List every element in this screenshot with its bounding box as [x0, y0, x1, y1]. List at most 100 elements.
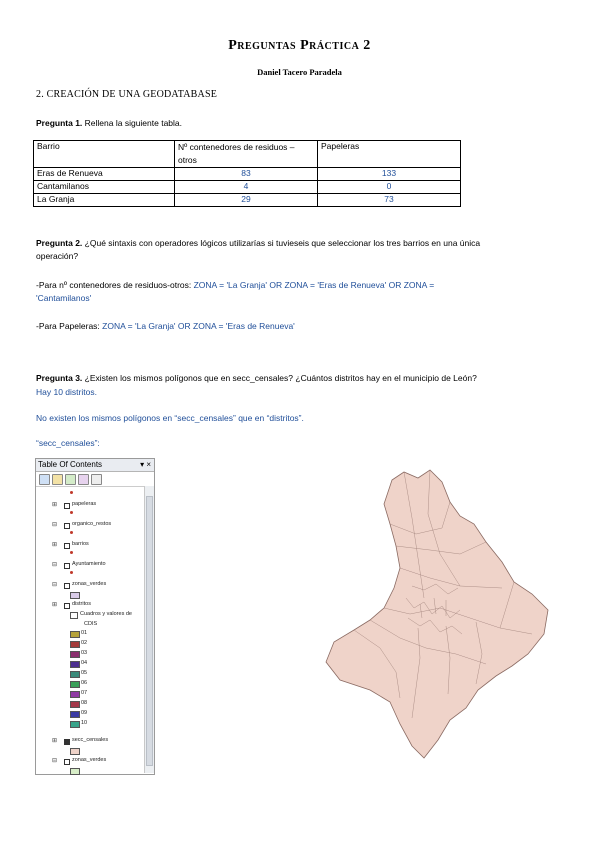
- table-cell-barrio: La Granja: [33, 193, 175, 207]
- point-symbol-icon: [70, 531, 73, 534]
- point-symbol-icon: [70, 551, 73, 554]
- table-header-cell: Papeleras: [317, 140, 461, 168]
- expand-icon[interactable]: ⊞: [52, 737, 57, 744]
- question-2-text-line2: operación?: [36, 251, 79, 261]
- question-2: Pregunta 2. ¿Qué sintaxis con operadores…: [36, 237, 566, 263]
- class-value-label: 10: [81, 720, 88, 726]
- layer-checkbox[interactable]: [64, 583, 70, 589]
- class-value-label: 09: [81, 710, 88, 716]
- table-cell-barrio: Cantamilanos: [33, 180, 175, 194]
- layer-checkbox[interactable]: [64, 759, 70, 765]
- options-icon[interactable]: [91, 474, 102, 485]
- toc-scrollbar-thumb[interactable]: [146, 496, 153, 766]
- secc-censales-map: [325, 469, 549, 759]
- toc-window-controls[interactable]: ▾ ×: [140, 459, 151, 471]
- layer-name-ayuntamiento[interactable]: Ayuntamiento: [72, 561, 106, 567]
- answer-2-papeleras: -Para Papeleras: ZONA = 'La Granja' OR Z…: [36, 320, 295, 333]
- layer-checkbox[interactable]: [64, 603, 70, 609]
- answer-2-papeleras-label: -Para Papeleras:: [36, 321, 103, 331]
- table-row: Eras de Renueva 83 133: [33, 167, 461, 181]
- list-by-visibility-icon[interactable]: [65, 474, 76, 485]
- table-cell-contenedores: 29: [174, 193, 318, 207]
- class-color-swatch: [70, 691, 80, 698]
- list-by-selection-icon[interactable]: [78, 474, 89, 485]
- question-3: Pregunta 3. ¿Existen los mismos polígono…: [36, 372, 477, 385]
- polygon-symbol-swatch: [70, 768, 80, 775]
- results-table: Barrio Nº contenedores de residuos – otr…: [33, 140, 461, 207]
- question-3-text: ¿Existen los mismos polígonos que en sec…: [82, 373, 477, 383]
- class-value-label: 04: [81, 660, 88, 666]
- point-symbol-icon: [70, 571, 73, 574]
- class-value-label: 05: [81, 670, 88, 676]
- layer-name-zonas-verdes[interactable]: zonas_verdes: [72, 581, 106, 587]
- list-by-source-icon[interactable]: [52, 474, 63, 485]
- expand-icon[interactable]: ⊞: [52, 541, 57, 548]
- class-value-label: 06: [81, 680, 88, 686]
- table-cell-barrio: Eras de Renueva: [33, 167, 175, 181]
- question-2-label: Pregunta 2.: [36, 238, 83, 248]
- class-value-label: 02: [81, 640, 88, 646]
- question-1-text: Rellena la siguiente tabla.: [82, 118, 183, 128]
- table-header-cell: Barrio: [33, 140, 175, 168]
- table-header-cell: Nº contenedores de residuos – otros: [174, 140, 318, 168]
- layer-checkbox-checked[interactable]: [64, 739, 70, 745]
- layer-name-papeleras[interactable]: papeleras: [72, 501, 96, 507]
- class-color-swatch: [70, 711, 80, 718]
- expand-icon[interactable]: ⊟: [52, 561, 57, 568]
- question-1: Pregunta 1. Rellena la siguiente tabla.: [36, 117, 182, 130]
- expand-icon[interactable]: ⊟: [52, 581, 57, 588]
- expand-icon[interactable]: ⊟: [52, 521, 57, 528]
- class-color-swatch: [70, 671, 80, 678]
- answer-3-polygons: No existen los mismos polígonos en “secc…: [36, 413, 304, 423]
- class-color-swatch: [70, 641, 80, 648]
- table-cell-papeleras: 133: [317, 167, 461, 181]
- table-row: Cantamilanos 4 0: [33, 180, 461, 194]
- expand-icon[interactable]: ⊞: [52, 601, 57, 608]
- table-cell-papeleras: 73: [317, 193, 461, 207]
- section-heading: 2. CREACIÓN DE UNA GEODATABASE: [36, 89, 218, 100]
- expand-icon[interactable]: ⊟: [52, 757, 57, 764]
- class-color-swatch: [70, 701, 80, 708]
- table-cell-contenedores: 4: [174, 180, 318, 194]
- expand-icon[interactable]: ⊞: [52, 501, 57, 508]
- layer-checkbox[interactable]: [64, 543, 70, 549]
- class-color-swatch: [70, 721, 80, 728]
- class-color-swatch: [70, 631, 80, 638]
- table-cell-contenedores: 83: [174, 167, 318, 181]
- polygon-symbol-swatch: [70, 592, 80, 599]
- class-value-label: 01: [81, 630, 88, 636]
- answer-2-papeleras-value: ZONA = 'La Granja' OR ZONA = 'Eras de Re…: [102, 321, 295, 331]
- question-3-label: Pregunta 3.: [36, 373, 83, 383]
- layer-checkbox[interactable]: [64, 563, 70, 569]
- question-2-text-line1: ¿Qué sintaxis con operadores lógicos uti…: [82, 238, 481, 248]
- class-color-swatch: [70, 681, 80, 688]
- toc-title-bar: Table Of Contents ▾ ×: [36, 459, 154, 472]
- document-title: Preguntas Práctica 2: [228, 38, 371, 53]
- layer-checkbox[interactable]: [64, 503, 70, 509]
- class-value-label: 03: [81, 650, 88, 656]
- author-name: Daniel Tacero Paradela: [257, 67, 342, 77]
- table-header-row: Barrio Nº contenedores de residuos – otr…: [33, 140, 461, 168]
- class-value-label: 07: [81, 690, 88, 696]
- layer-name-zonas-verdes-2[interactable]: zonas_verdes: [72, 757, 106, 763]
- table-of-contents-panel: Table Of Contents ▾ × ⊞ papeleras ⊟ orga…: [35, 458, 155, 775]
- class-color-swatch: [70, 661, 80, 668]
- class-value-label: 08: [81, 700, 88, 706]
- layer-name-organico[interactable]: organico_restos: [72, 521, 111, 527]
- distritos-renderer-label: Cuadros y valores de: [80, 611, 132, 617]
- answer-2-contenedores: -Para nº contenedores de residuos-otros:…: [36, 279, 566, 305]
- answer-3-count: Hay 10 distritos.: [36, 387, 97, 397]
- toc-scrollbar[interactable]: [144, 486, 154, 773]
- other-values-swatch: [70, 612, 78, 619]
- list-by-drawing-order-icon[interactable]: [39, 474, 50, 485]
- distritos-field-name: CDIS: [84, 621, 98, 627]
- layer-name-barrios[interactable]: barrios: [72, 541, 89, 547]
- point-symbol-icon: [70, 511, 73, 514]
- layer-checkbox[interactable]: [64, 523, 70, 529]
- toc-title: Table Of Contents: [38, 460, 103, 469]
- layer-name-distritos[interactable]: distritos: [72, 601, 91, 607]
- toc-toolbar: [36, 472, 154, 487]
- answer-3-caption: “secc_censales”:: [36, 438, 100, 448]
- polygon-symbol-swatch: [70, 748, 80, 755]
- layer-name-secc-censales[interactable]: secc_censales: [72, 737, 108, 743]
